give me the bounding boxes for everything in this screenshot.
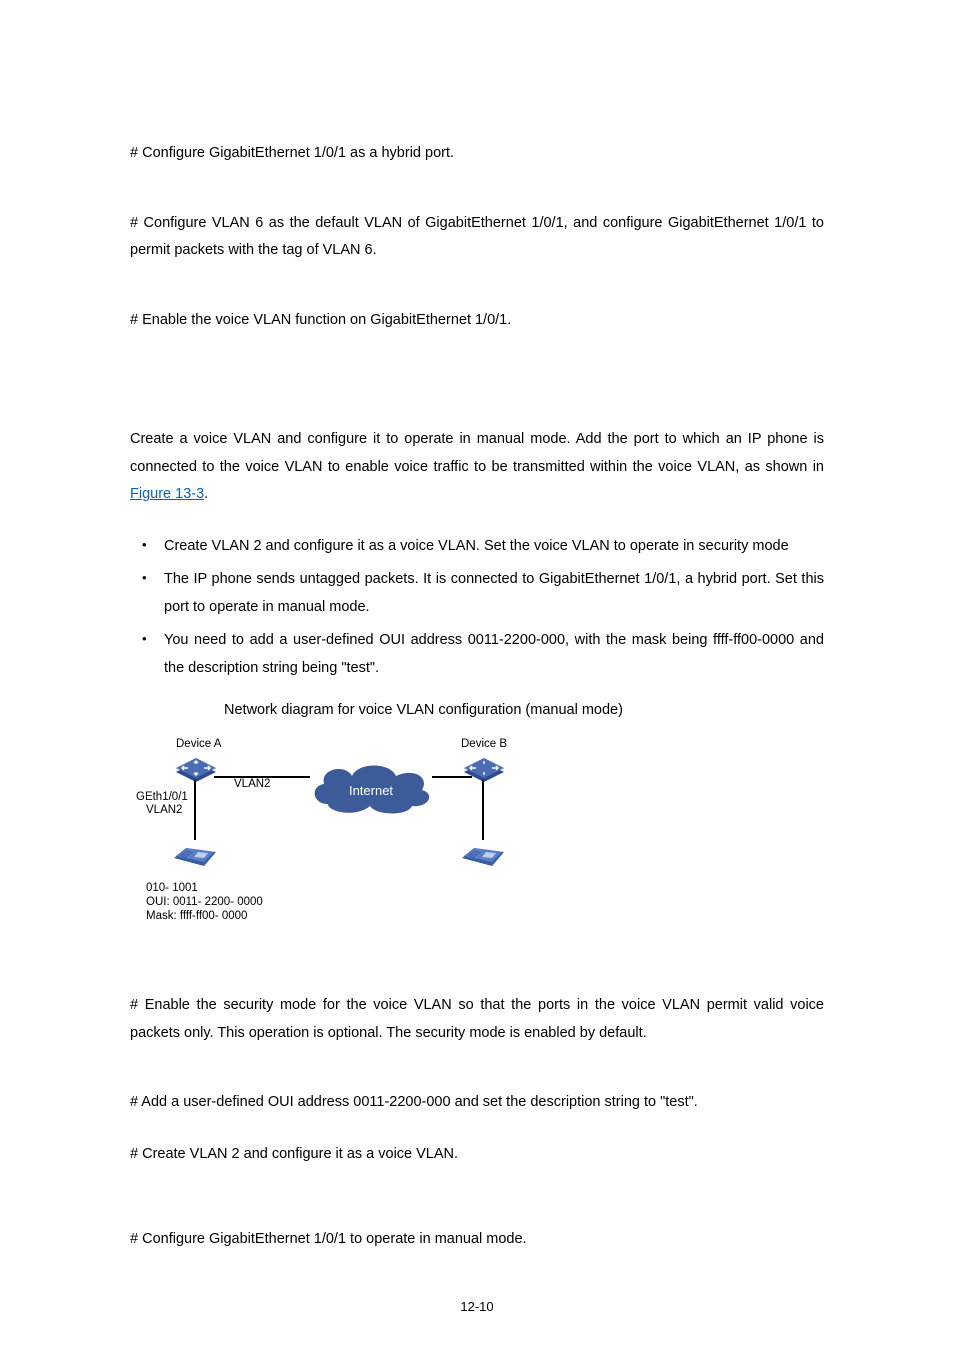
label-vlan2-port: VLAN2 — [146, 800, 182, 822]
figure-caption: Network diagram for voice VLAN configura… — [130, 697, 824, 725]
paragraph: # Create VLAN 2 and configure it as a vo… — [130, 1141, 824, 1169]
paragraph: # Configure GigabitEthernet 1/0/1 as a h… — [130, 140, 824, 168]
label-mask: Mask: ffff-ff00- 0000 — [146, 906, 247, 928]
paragraph: # Enable the voice VLAN function on Giga… — [130, 307, 824, 335]
ip-phone-a-icon — [174, 838, 216, 868]
intro-text-a: Create a voice VLAN and configure it to … — [130, 431, 824, 475]
internet-cloud: Internet — [306, 762, 436, 816]
device-a-icon — [176, 754, 216, 782]
paragraph: # Enable the security mode for the voice… — [130, 992, 824, 1047]
label-vlan2-link: VLAN2 — [234, 774, 270, 796]
list-item: You need to add a user-defined OUI addre… — [164, 627, 824, 682]
list-item: The IP phone sends untagged packets. It … — [164, 566, 824, 621]
label-device-a: Device A — [176, 734, 221, 756]
device-b-icon — [464, 754, 504, 782]
paragraph: # Configure VLAN 6 as the default VLAN o… — [130, 210, 824, 265]
intro-text-b: . — [204, 486, 208, 502]
figure-link[interactable]: Figure 13-3 — [130, 486, 204, 502]
bullet-list: Create VLAN 2 and configure it as a voic… — [130, 533, 824, 683]
label-device-b: Device B — [461, 734, 507, 756]
internet-label: Internet — [306, 779, 436, 804]
paragraph: # Add a user-defined OUI address 0011-22… — [130, 1089, 824, 1117]
list-item: Create VLAN 2 and configure it as a voic… — [164, 533, 824, 561]
paragraph: # Configure GigabitEthernet 1/0/1 to ope… — [130, 1226, 824, 1254]
intro-paragraph: Create a voice VLAN and configure it to … — [130, 426, 824, 509]
network-diagram: Device A Device B Internet — [136, 734, 516, 934]
ip-phone-b-icon — [462, 838, 504, 868]
page-number: 12-10 — [0, 1295, 954, 1320]
